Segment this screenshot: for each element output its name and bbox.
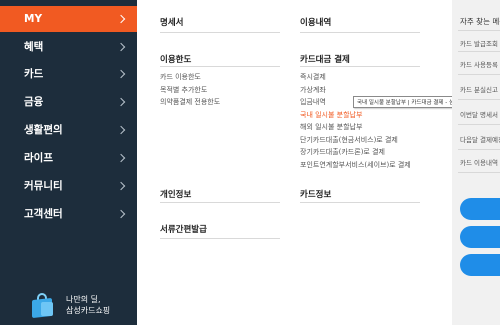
menu-link-card-limit[interactable]: 카드 이용한도: [160, 72, 201, 82]
menu-heading-statement[interactable]: 명세서: [160, 16, 183, 28]
menu-heading-card-payment[interactable]: 카드대금 결제: [300, 53, 350, 65]
menu-heading-personal-info[interactable]: 개인정보: [160, 188, 191, 200]
nav-item-customer-center[interactable]: 고객센터: [0, 200, 137, 227]
menu-heading-document-issue[interactable]: 서류간편발급: [160, 223, 207, 235]
divider: [300, 66, 420, 67]
menu-link-virtual-account[interactable]: 가상계좌: [300, 85, 326, 95]
quick-button-2[interactable]: 로: [460, 226, 500, 248]
chevron-right-icon: [116, 153, 126, 162]
menu-heading-card-info[interactable]: 카드정보: [300, 188, 331, 200]
chevron-right-icon: [116, 14, 126, 24]
divider: [160, 238, 280, 239]
nav-item-label: 금융: [24, 96, 44, 108]
menu-link-card-loan-payment[interactable]: 장기카드대출(카드론)로 결제: [300, 147, 385, 157]
nav-item-my[interactable]: MY: [0, 6, 137, 32]
divider: [458, 99, 500, 100]
divider: [160, 202, 280, 203]
promo-line-2: 삼성카드쇼핑: [66, 306, 111, 315]
menu-link-overseas-installment[interactable]: 해외 일시불 분할납부: [300, 122, 362, 132]
menu-link-instant-payment[interactable]: 즉시결제: [300, 72, 326, 82]
chevron-right-icon: [116, 97, 126, 106]
menu-heading-usage-limit[interactable]: 이용한도: [160, 53, 191, 65]
quick-button-3[interactable]: 다: [460, 254, 500, 276]
menu-link-deposit-history[interactable]: 입금내역: [300, 97, 326, 107]
divider: [458, 74, 500, 75]
chevron-right-icon: [116, 125, 126, 134]
chevron-right-icon: [116, 209, 126, 218]
promo-line-1: 나만의 딜,: [66, 295, 101, 304]
menu-link-domestic-installment[interactable]: 국내 일시불 분할납부: [300, 110, 362, 120]
favorite-item[interactable]: 카드 사용등록: [460, 59, 498, 69]
divider: [458, 124, 500, 125]
chevron-right-icon: [116, 69, 126, 78]
favorite-menu-panel: 자주 찾는 메뉴 카드 발급조회 카드 사용등록 카드 분실신고 이번달 명세서…: [452, 0, 500, 325]
menu-link-purpose-limit[interactable]: 목적별 추가한도: [160, 85, 207, 95]
favorite-item[interactable]: 카드 발급조회: [460, 38, 498, 48]
favorite-item[interactable]: 카드 이용내역: [460, 157, 498, 167]
nav-item-card[interactable]: 카드: [0, 60, 137, 87]
menu-link-cash-service-payment[interactable]: 단기카드대출(현금서비스)로 결제: [300, 135, 398, 145]
divider: [300, 202, 420, 203]
nav-item-label: 라이프: [24, 152, 53, 164]
favorite-menu-heading: 자주 찾는 메뉴: [460, 17, 500, 26]
divider: [160, 66, 280, 67]
chevron-right-icon: [116, 42, 126, 51]
divider: [458, 51, 500, 52]
nav-item-label: 카드: [24, 68, 44, 80]
shopping-promo-link[interactable]: 나만의 딜, 삼성카드쇼핑: [30, 292, 111, 319]
menu-link-save-service-payment[interactable]: 포인트연계할부서비스(세이브)로 결제: [300, 160, 411, 170]
nav-item-community[interactable]: 커뮤니티: [0, 172, 137, 199]
nav-item-label: 생활편의: [24, 124, 63, 136]
favorite-item[interactable]: 이번달 명세서: [460, 109, 498, 119]
favorite-item[interactable]: 다음달 결제예정: [460, 134, 500, 144]
divider: [160, 32, 280, 33]
nav-item-benefits[interactable]: 혜택: [0, 33, 137, 60]
sidebar-nav: MY 혜택 카드 금융 생활편의 라이프 커뮤니티 고객센터 나만의 딜, 삼성…: [0, 0, 137, 325]
nav-item-label: 고객센터: [24, 208, 63, 220]
favorite-item[interactable]: 카드 분실신고: [460, 84, 498, 94]
nav-item-label: MY: [24, 13, 43, 25]
divider: [300, 32, 420, 33]
divider: [458, 149, 500, 150]
nav-item-life[interactable]: 라이프: [0, 144, 137, 171]
nav-item-convenience[interactable]: 생활편의: [0, 116, 137, 143]
shopping-bag-icon: [30, 292, 56, 319]
nav-item-label: 커뮤니티: [24, 180, 63, 192]
menu-heading-usage-history[interactable]: 이용내역: [300, 16, 331, 28]
nav-item-label: 혜택: [24, 41, 44, 53]
nav-item-finance[interactable]: 금융: [0, 88, 137, 115]
quick-button-1[interactable]: [460, 198, 500, 220]
menu-link-medicine-limit[interactable]: 의약품결제 전용한도: [160, 97, 220, 107]
chevron-right-icon: [116, 181, 126, 190]
divider: [458, 30, 500, 31]
divider: [458, 172, 500, 173]
